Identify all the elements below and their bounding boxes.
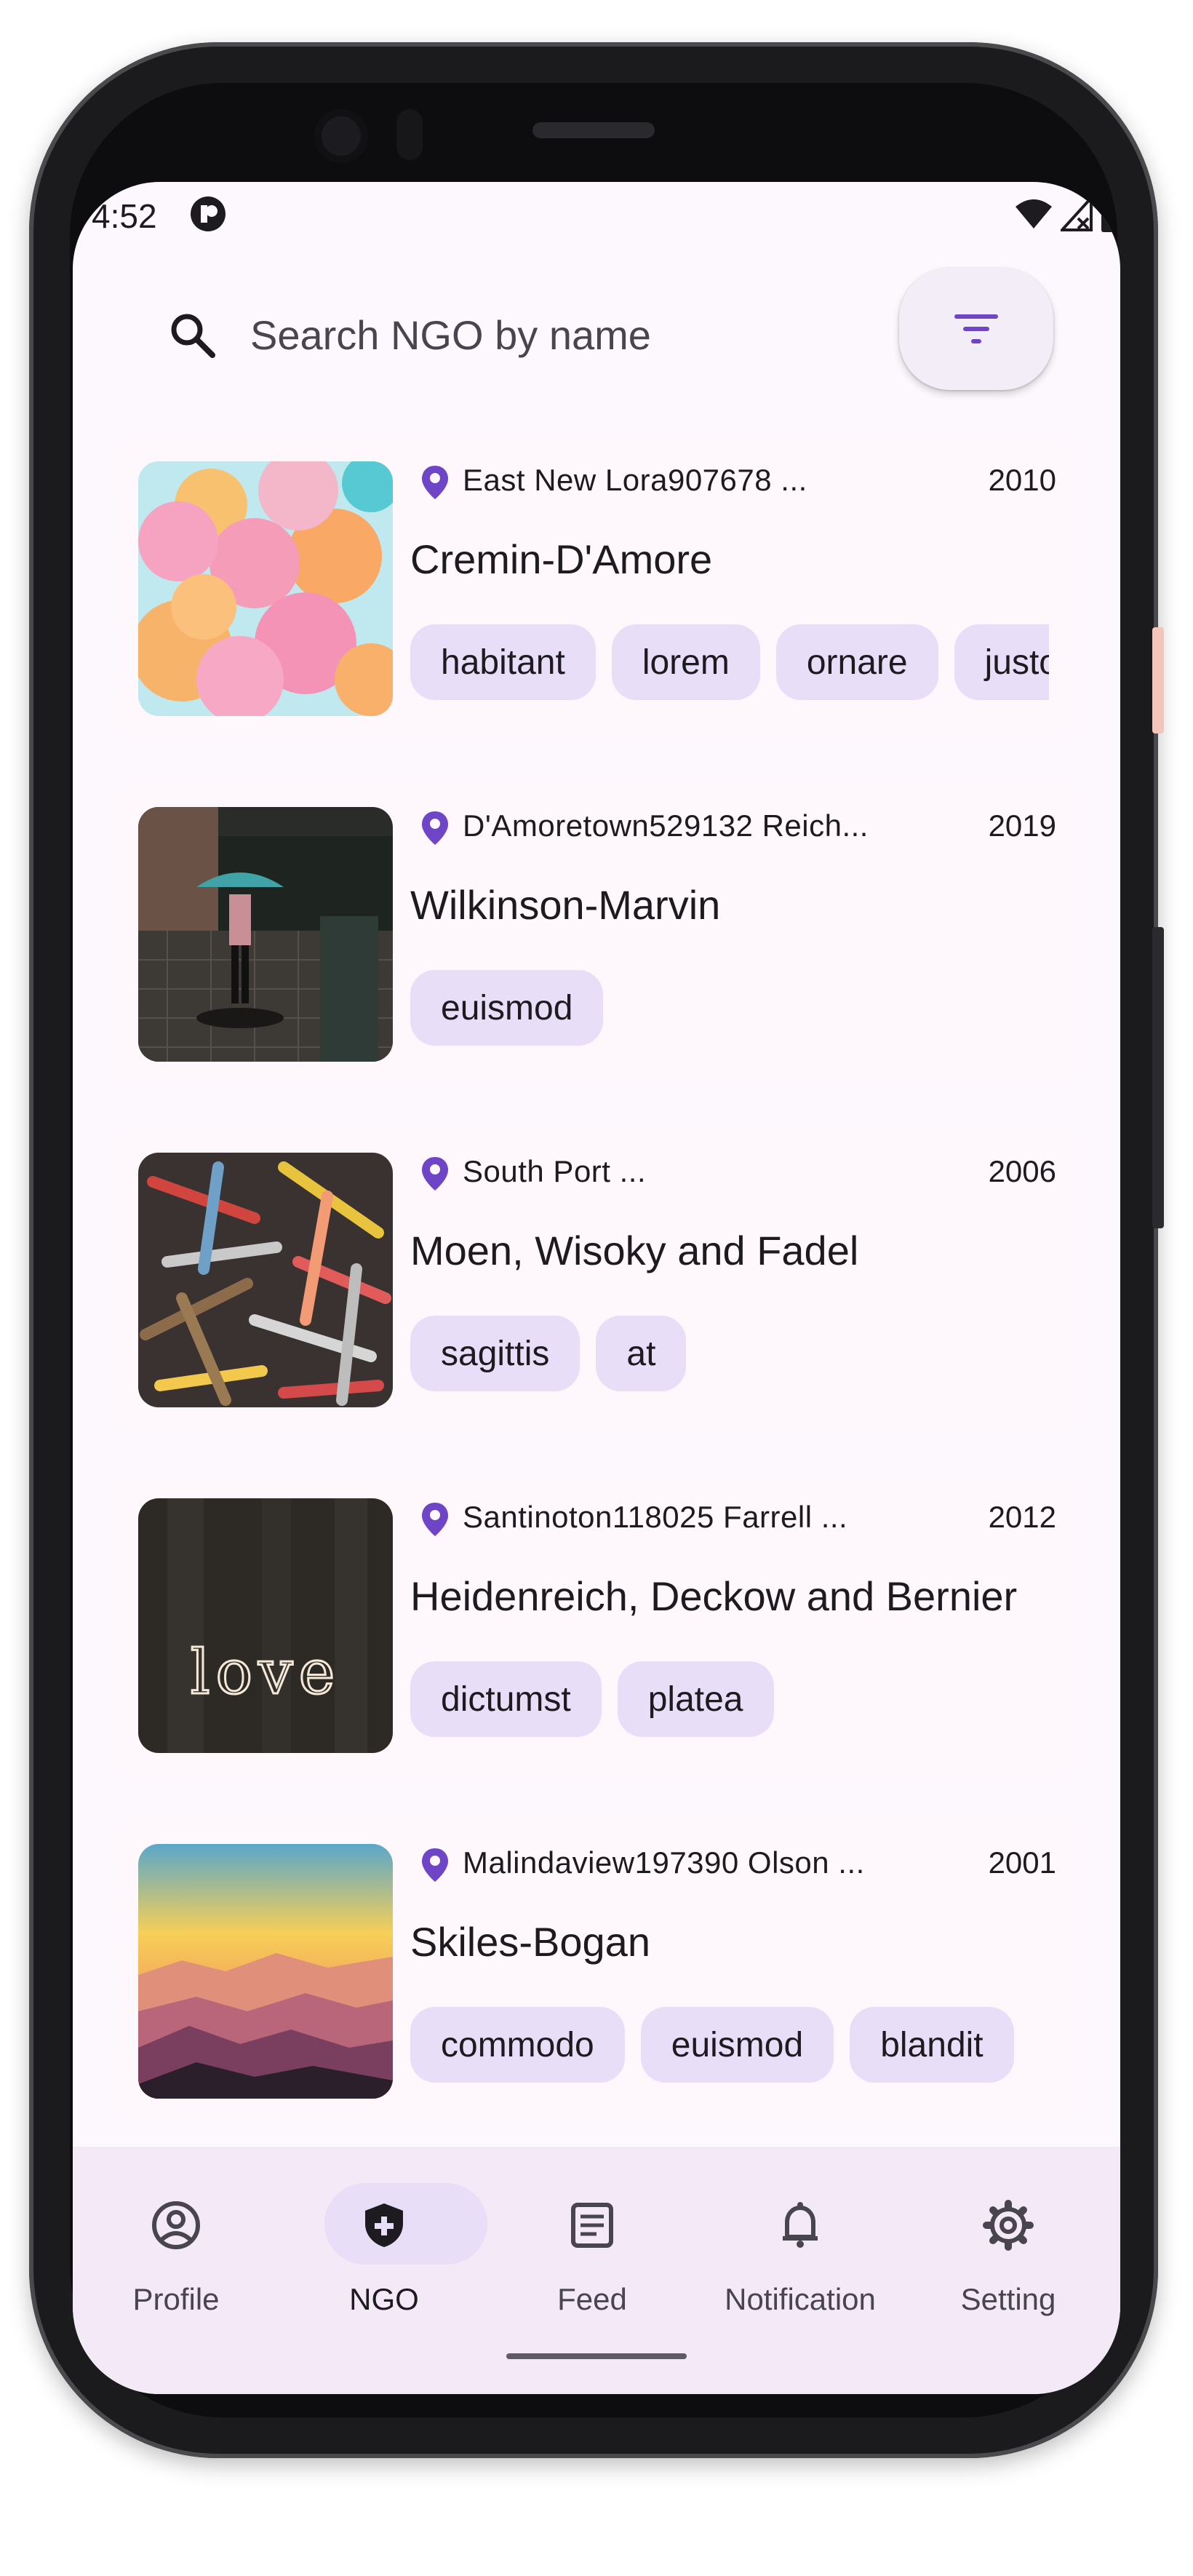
nav-item-setting[interactable]: Setting [905,2183,1109,2329]
account-circle-icon [152,2201,200,2249]
location-pin-icon [422,1848,448,1882]
location-pin-icon [422,1157,448,1190]
gear-icon [983,2200,1034,2251]
ngo-card[interactable]: East New Lora907678 ... 2010 Cremin-D'Am… [115,437,1078,739]
tag-chip[interactable]: euismod [410,970,604,1046]
tag-chip[interactable]: commodo [410,2007,625,2083]
nav-label-feed: Feed [557,2282,627,2316]
nav-label-ngo: NGO [349,2282,419,2316]
signal-icon [1061,196,1093,231]
ngo-year: 2019 [988,808,1056,843]
ngo-location: South Port ... [463,1154,647,1188]
tag-chip[interactable]: blandit [850,2007,1014,2083]
ngo-name: Wilkinson-Marvin [410,882,721,928]
ngo-location: D'Amoretown529132 Reich... [463,808,869,843]
ngo-image-balloons [138,461,393,716]
ngo-name: Skiles-Bogan [410,1919,650,1965]
wifi-icon [1016,199,1052,228]
search-input[interactable] [249,310,761,359]
tag-chip[interactable]: dictumst [410,1661,602,1737]
status-icons [1014,195,1120,233]
stage: 4:52 Search NGO by name East New Lora907… [0,0,1193,2576]
home-indicator[interactable] [506,2353,687,2359]
tag-chip[interactable]: euismod [640,2007,834,2083]
ngo-year: 2012 [988,1500,1056,1534]
ngo-year: 2006 [988,1154,1056,1188]
location-pin-icon [422,466,448,499]
earpiece-speaker [532,122,655,138]
ngo-name: Moen, Wisoky and Fadel [410,1228,859,1273]
ngo-year: 2001 [988,1845,1056,1880]
search-icon [171,314,215,358]
tag-chip[interactable]: at [596,1316,687,1391]
article-icon [571,2203,613,2248]
app-screen: 4:52 Search NGO by name East New Lora907… [73,182,1120,2394]
tag-chip[interactable]: platea [617,1661,774,1737]
ngo-image-neon-sign: love [138,1498,393,1753]
power-button [1152,627,1164,734]
ngo-name: Heidenreich, Deckow and Bernier [410,1573,1018,1619]
location-pin-icon [422,811,448,845]
status-time: 4:52 [92,197,157,235]
nav-item-ngo[interactable]: NGO [281,2183,487,2329]
tag-chip[interactable]: lorem [611,624,760,700]
location-pin-icon [422,1503,448,1536]
nav-item-profile[interactable]: Profile [73,2183,276,2329]
ngo-tags: commodo euismod blandit [410,2007,1049,2083]
ngo-card[interactable]: love Santinoton118025 Farrell ... 2012 H… [115,1474,1078,1776]
svg-text:love: love [191,1637,341,1708]
filter-button[interactable] [899,268,1053,390]
ngo-card[interactable]: South Port ... 2006 Moen, Wisoky and Fad… [115,1128,1078,1431]
filter-list-icon [954,314,998,343]
nav-label-profile: Profile [132,2282,220,2316]
ngo-year: 2010 [988,463,1056,497]
tag-chip[interactable]: justo [954,624,1049,700]
proximity-sensor [396,109,423,160]
ngo-tags: habitant lorem ornare justo [410,624,1049,700]
app-status-icon [191,196,226,231]
ngo-location: East New Lora907678 ... [463,463,807,497]
ngo-location: Santinoton118025 Farrell ... [463,1500,848,1534]
shield-plus-icon [365,2203,403,2247]
search-bar[interactable] [167,291,822,378]
ngo-tags: sagittis at [410,1316,1049,1391]
nav-label-notification: Notification [725,2282,876,2316]
battery-icon [1101,199,1120,232]
volume-button [1152,927,1164,1228]
ngo-card[interactable]: Malindaview197390 Olson ... 2001 Skiles-… [115,1819,1078,2122]
tag-chip[interactable]: habitant [410,624,596,700]
front-camera-icon [314,109,368,163]
tag-chip[interactable]: sagittis [410,1316,580,1391]
ngo-card[interactable]: D'Amoretown529132 Reich... 2019 Wilkinso… [115,782,1078,1085]
ngo-image-tools [138,1153,393,1407]
ngo-name: Cremin-D'Amore [410,536,713,582]
ngo-location: Malindaview197390 Olson ... [463,1845,865,1880]
nav-label-setting: Setting [960,2282,1056,2316]
tag-chip[interactable]: ornare [775,624,938,700]
ngo-tags: euismod [410,970,1049,1046]
nav-item-notification[interactable]: Notification [697,2183,901,2329]
nav-item-feed[interactable]: Feed [489,2183,693,2329]
ngo-tags: dictumst platea [410,1661,1049,1737]
bell-icon [783,2202,818,2248]
ngo-image-umbrella [138,807,393,1062]
ngo-image-sunset-mountains [138,1844,393,2099]
